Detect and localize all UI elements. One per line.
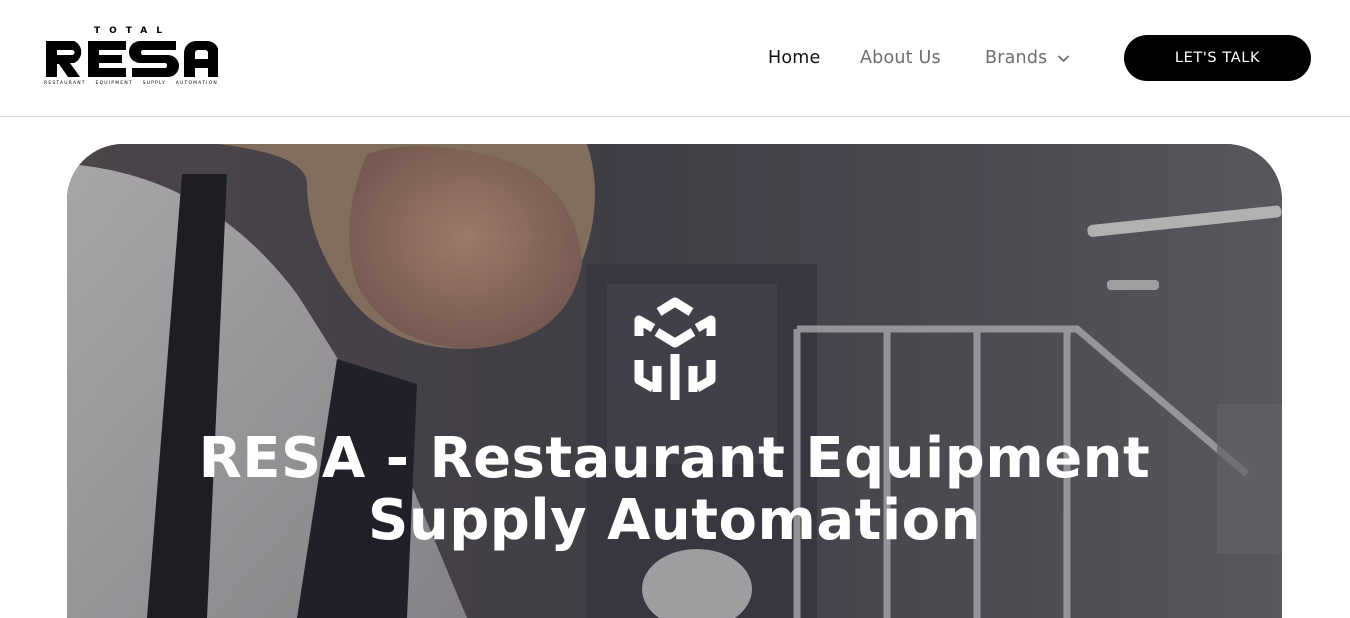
- resa-cube-icon: [634, 297, 716, 400]
- logo-tagline-word: RESTAURANT: [44, 81, 86, 86]
- chevron-down-icon: [1058, 55, 1070, 62]
- logo-top-word: TOTAL: [94, 26, 171, 36]
- lets-talk-button[interactable]: LET'S TALK: [1124, 35, 1311, 81]
- site-header: TOTAL RESTAURANT EQUIPMENT SUPPLY AUTOMA…: [0, 0, 1350, 117]
- nav-home[interactable]: Home: [768, 45, 820, 71]
- logo-tagline-word: AUTOMATION: [175, 81, 218, 86]
- nav-brands[interactable]: Brands: [985, 45, 1070, 71]
- hero-banner: RESA - Restaurant Equipment Supply Autom…: [67, 144, 1282, 618]
- nav-about-us[interactable]: About Us: [860, 45, 941, 71]
- nav-brands-label: Brands: [985, 48, 1048, 68]
- hero-title: RESA - Restaurant Equipment Supply Autom…: [67, 428, 1282, 552]
- logo-tagline-word: SUPPLY: [142, 81, 166, 86]
- logo-tagline: RESTAURANT EQUIPMENT SUPPLY AUTOMATION: [44, 81, 218, 87]
- logo-tagline-word: EQUIPMENT: [95, 81, 133, 86]
- logo[interactable]: TOTAL RESTAURANT EQUIPMENT SUPPLY AUTOMA…: [44, 26, 219, 90]
- logo-wordmark-icon: [46, 41, 218, 77]
- hero-title-line-1: RESA - Restaurant Equipment: [198, 426, 1151, 491]
- hero-title-line-2: Supply Automation: [368, 488, 981, 553]
